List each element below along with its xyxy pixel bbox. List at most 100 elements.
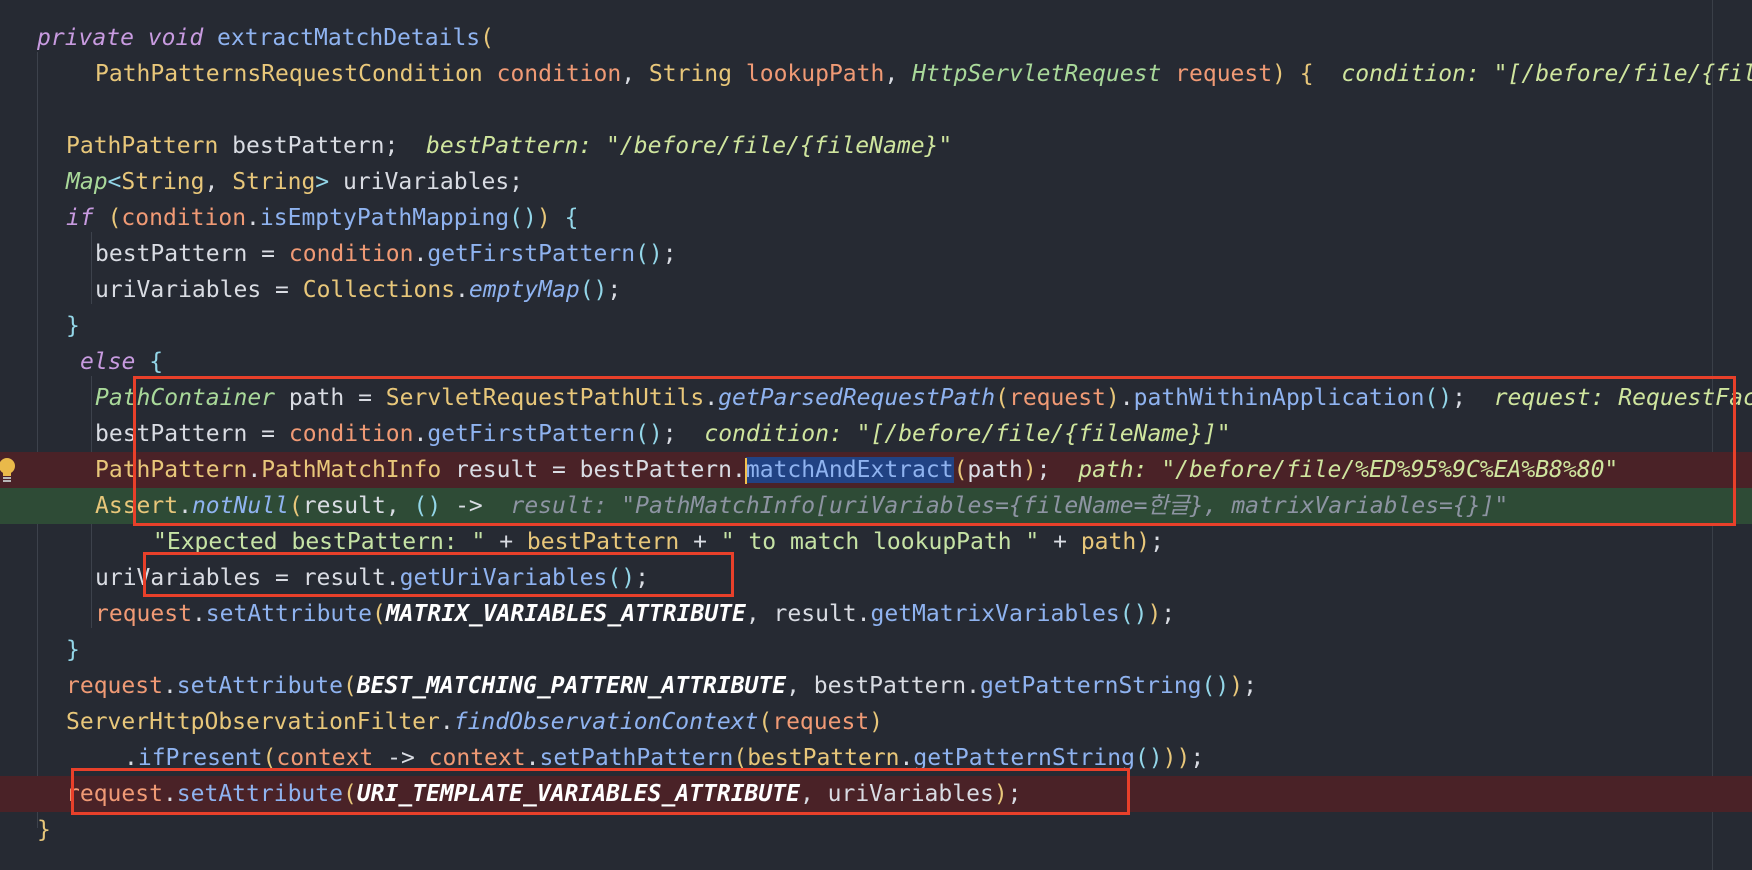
code-token: ( — [262, 745, 277, 771]
code-text: request.setAttribute(MATRIX_VARIABLES_AT… — [95, 596, 1175, 632]
code-token: pathWithinApplication — [1133, 385, 1425, 411]
code-token: ( — [288, 493, 303, 519]
code-token: . — [413, 421, 428, 447]
code-token: result: "PathMatchInfo[uriVariables={fil… — [510, 493, 1509, 519]
code-token: ; — [1161, 601, 1176, 627]
blank-line[interactable] — [0, 92, 1752, 128]
uri-variables-decl-line[interactable]: Map<String, String> uriVariables; — [0, 164, 1752, 200]
code-token: ; — [662, 421, 677, 447]
code-token: " to match lookupPath " — [720, 529, 1040, 555]
code-token: path: "/before/file/%ED%95%9C%EA%B8%80" — [1078, 457, 1619, 483]
method-params-line[interactable]: PathPatternsRequestCondition condition, … — [0, 56, 1752, 92]
code-token: BEST_MATCHING_PATTERN_ATTRIBUTE — [356, 673, 787, 699]
code-token: . — [439, 709, 454, 735]
code-token: ( — [995, 385, 1009, 411]
code-token: condition — [288, 241, 414, 267]
code-token: ( — [371, 601, 386, 627]
code-token: ; — [1243, 673, 1257, 699]
code-token: ) — [1147, 601, 1162, 627]
code-token: . — [704, 385, 719, 411]
code-token: getPatternString — [979, 673, 1202, 699]
code-text: request.setAttribute(BEST_MATCHING_PATTE… — [66, 668, 1257, 704]
code-text: Assert.notNull(result, () -> result: "Pa… — [95, 488, 1508, 524]
code-token: ) — [869, 709, 884, 735]
code-token: path = — [275, 385, 386, 411]
if-line[interactable]: if (condition.isEmptyPathMapping()) { — [0, 200, 1752, 236]
code-token: extractMatchDetails — [217, 25, 481, 51]
uri-template-attribute-line[interactable]: request.setAttribute(URI_TEMPLATE_VARIAB… — [0, 776, 1752, 812]
code-token: HttpServletRequest — [912, 61, 1162, 87]
path-container-line[interactable]: PathContainer path = ServletRequestPathU… — [0, 380, 1752, 416]
best-matching-attribute-line[interactable]: request.setAttribute(BEST_MATCHING_PATTE… — [0, 668, 1752, 704]
code-token: isEmptyPathMapping — [259, 205, 510, 231]
code-text: PathPattern.PathMatchInfo result = bestP… — [95, 452, 1618, 488]
code-token: ) { — [1272, 61, 1314, 87]
get-uri-variables-line[interactable]: uriVariables = result.getUriVariables(); — [0, 560, 1752, 596]
code-token: () — [1134, 745, 1163, 771]
code-token: getFirstPattern — [427, 421, 636, 447]
else-best-pattern-line[interactable]: bestPattern = condition.getFirstPattern(… — [0, 416, 1752, 452]
code-token: , — [621, 61, 649, 87]
code-text: bestPattern = condition.getFirstPattern(… — [95, 236, 677, 272]
code-token: ( — [733, 745, 748, 771]
code-token: () — [579, 277, 608, 303]
code-text: uriVariables = Collections.emptyMap(); — [95, 272, 621, 308]
code-token: . — [178, 493, 192, 519]
code-token: bestPattern — [747, 745, 900, 771]
code-token: () — [1424, 385, 1453, 411]
code-token: ; — [1036, 457, 1051, 483]
code-token: ( — [107, 205, 122, 231]
code-text: ServerHttpObservationFilter.findObservat… — [66, 704, 883, 740]
code-token: ; — [1190, 745, 1205, 771]
code-token: bestPattern = — [95, 241, 289, 267]
code-token: setAttribute — [205, 601, 372, 627]
code-token: ) — [1022, 457, 1037, 483]
code-token: Assert — [95, 493, 179, 519]
else-close-line[interactable]: } — [0, 632, 1752, 668]
code-token: -> — [373, 745, 429, 771]
code-token: private — [37, 25, 134, 51]
code-token: request — [95, 601, 192, 627]
code-token: () — [413, 493, 442, 519]
code-token: () — [635, 421, 663, 447]
code-token: . — [899, 745, 914, 771]
if-close-line[interactable]: } — [0, 308, 1752, 344]
code-token: ; — [635, 565, 649, 591]
code-token: () — [635, 241, 663, 267]
code-token: ( — [342, 781, 357, 807]
assert-message-line[interactable]: "Expected bestPattern: " + bestPattern +… — [0, 524, 1752, 560]
code-token: . — [525, 745, 540, 771]
method-close-line[interactable]: } — [0, 812, 1752, 848]
code-token: ; — [1452, 385, 1466, 411]
code-token: ServletRequestPathUtils — [385, 385, 705, 411]
code-token: String — [648, 61, 733, 87]
best-pattern-decl-line[interactable]: PathPattern bestPattern; bestPattern: "/… — [0, 128, 1752, 164]
code-token: ( — [758, 709, 773, 735]
else-line[interactable]: else { — [0, 344, 1752, 380]
code-token: . — [124, 745, 138, 771]
lightbulb-icon[interactable] — [0, 456, 17, 484]
code-token: getFirstPattern — [427, 241, 636, 267]
code-token: . — [191, 601, 206, 627]
code-token: setPathPattern — [539, 745, 734, 771]
method-signature-line[interactable]: private void extractMatchDetails( — [0, 20, 1752, 56]
code-token: , — [204, 169, 233, 195]
match-and-extract-line[interactable]: PathPattern.PathMatchInfo result = bestP… — [0, 452, 1752, 488]
if-uri-variables-line[interactable]: uriVariables = Collections.emptyMap(); — [0, 272, 1752, 308]
code-token: request — [66, 781, 163, 807]
matrix-attribute-line[interactable]: request.setAttribute(MATRIX_VARIABLES_AT… — [0, 596, 1752, 632]
code-token: ( — [342, 673, 357, 699]
if-present-line[interactable]: .ifPresent(context -> context.setPathPat… — [0, 740, 1752, 776]
if-best-pattern-line[interactable]: bestPattern = condition.getFirstPattern(… — [0, 236, 1752, 272]
observation-filter-line[interactable]: ServerHttpObservationFilter.findObservat… — [0, 704, 1752, 740]
code-editor[interactable]: private void extractMatchDetails(PathPat… — [0, 0, 1752, 870]
code-token: setAttribute — [176, 781, 343, 807]
code-token: . — [1119, 385, 1134, 411]
code-token: request: RequestFacade — [1493, 385, 1752, 411]
assert-line[interactable]: Assert.notNull(result, () -> result: "Pa… — [0, 488, 1752, 524]
code-token: path — [1080, 529, 1137, 555]
